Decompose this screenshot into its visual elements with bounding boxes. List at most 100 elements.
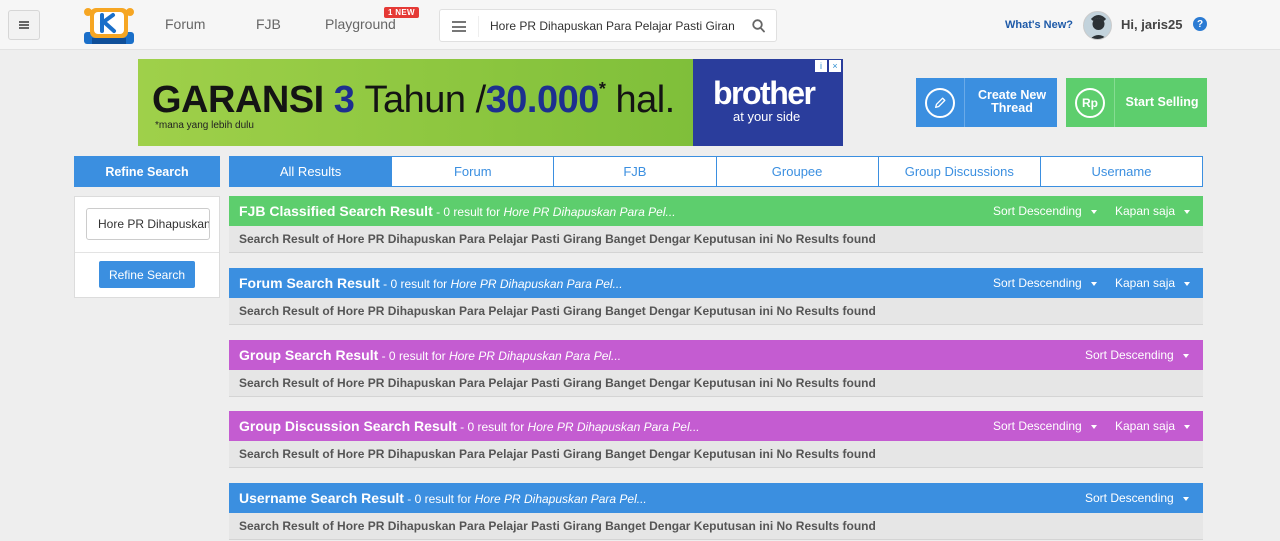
tab-group-discussions[interactable]: Group Discussions [877,157,1040,186]
chevron-down-icon [1090,209,1097,214]
search-icon[interactable] [752,19,765,33]
nav-forum[interactable]: Forum [165,16,205,32]
section-header: Group Search Result - 0 result for Hore … [229,340,1203,370]
chevron-down-icon [1090,281,1097,286]
tab-groupee[interactable]: Groupee [715,157,878,186]
sort-dropdown[interactable]: Sort Descending [1085,348,1189,362]
start-selling-label: Start Selling [1125,95,1199,109]
category-list-icon[interactable] [452,21,466,32]
time-dropdown[interactable]: Kapan saja [1115,204,1191,218]
hamburger-menu-button[interactable] [8,10,40,40]
tab-username[interactable]: Username [1039,157,1202,186]
start-selling-button[interactable]: Rp Start Selling [1066,78,1207,127]
sort-label: Sort Descending [993,276,1082,290]
section-query: Hore PR Dihapuskan Para Pel... [448,349,622,363]
time-label: Kapan saja [1115,276,1176,290]
ad-hal: hal. [615,79,675,121]
section-title: Group Search Result - 0 result for Hore … [239,347,621,363]
section-header: FJB Classified Search Result - 0 result … [229,196,1203,226]
sort-dropdown[interactable]: Sort Descending [993,276,1097,290]
group-section: Group Search Result - 0 result for Hore … [229,340,1203,397]
user-greeting[interactable]: Hi, jaris25 [1121,17,1182,32]
section-query: Hore PR Dihapuskan Para Pel... [474,492,647,506]
chevron-down-icon [1184,281,1191,286]
search-box [439,9,777,42]
ad-brand: brother [713,75,816,111]
section-count: - 0 result for [378,349,449,363]
section-result-text: Search Result of Hore PR Dihapuskan Para… [229,370,1203,397]
section-query: Hore PR Dihapuskan Para Pel... [527,420,700,434]
time-dropdown[interactable]: Kapan saja [1115,419,1191,433]
create-new-thread-button[interactable]: Create New Thread [916,78,1057,127]
ad-banner[interactable]: GARANSI 3 Tahun /30.000* hal. *mana yang… [138,59,843,146]
group-discussion-section: Group Discussion Search Result - 0 resul… [229,411,1203,468]
section-query: Hore PR Dihapuskan Para Pel... [450,277,623,291]
ad-star: * [598,79,606,99]
refine-search-panel: Refine Search [74,196,220,298]
create-thread-label: Create New Thread [968,89,1056,115]
tab-all-results[interactable]: All Results [230,157,392,186]
whats-new-link[interactable]: What's New? [1005,19,1073,31]
ad-tagline: at your side [733,109,801,124]
kaskus-logo[interactable] [80,2,138,48]
sort-dropdown[interactable]: Sort Descending [993,419,1097,433]
section-result-text: Search Result of Hore PR Dihapuskan Para… [229,298,1203,325]
time-label: Kapan saja [1115,204,1176,218]
nav-fjb[interactable]: FJB [256,16,281,32]
refine-search-input[interactable] [86,208,210,240]
sell-icon-box: Rp [1066,78,1115,127]
create-icon-box [916,78,965,127]
section-title: FJB Classified Search Result - 0 result … [239,203,676,219]
refine-search-button[interactable]: Refine Search [99,261,195,288]
pencil-icon [925,87,955,118]
time-dropdown[interactable]: Kapan saja [1115,276,1191,290]
adchoices-info-icon[interactable]: i [815,60,827,72]
chevron-down-icon [1090,424,1097,429]
search-divider [478,16,479,37]
refine-divider [75,252,219,253]
section-count: - 0 result for [379,277,451,291]
ad-amount: 30.000 [485,79,600,121]
section-title-text: Username Search Result [239,490,404,506]
ad-three: 3 [333,79,355,121]
chevron-down-icon [1182,496,1189,501]
help-icon[interactable]: ? [1193,17,1207,31]
tab-forum[interactable]: Forum [391,157,553,186]
rupiah-icon: Rp [1075,87,1105,118]
sort-dropdown[interactable]: Sort Descending [1085,491,1189,505]
section-header: Forum Search Result - 0 result for Hore … [229,268,1203,298]
create-thread-line2: Thread [991,101,1033,115]
time-label: Kapan saja [1115,419,1176,433]
section-title: Group Discussion Search Result - 0 resul… [239,418,700,434]
section-count: - 0 result for [432,205,504,219]
ad-garansi: GARANSI [152,79,324,121]
avatar[interactable] [1083,11,1112,40]
top-navbar: Forum FJB Playground 1 NEW What's New? H… [0,0,1280,50]
section-title: Username Search Result - 0 result for Ho… [239,490,647,506]
ad-tahun: Tahun / [364,79,487,121]
chevron-down-icon [1182,353,1189,358]
tab-fjb[interactable]: FJB [553,157,715,186]
section-result-text: Search Result of Hore PR Dihapuskan Para… [229,513,1203,540]
sort-dropdown[interactable]: Sort Descending [993,204,1097,218]
adchoices-close-icon[interactable]: × [829,60,841,72]
ad-headline: GARANSI 3 Tahun /30.000* hal. [152,79,675,122]
section-title-text: Forum Search Result [239,275,380,291]
result-tabs: All Results Forum FJB Groupee Group Disc… [229,156,1203,187]
section-title-text: FJB Classified Search Result [239,203,433,219]
ad-note: *mana yang lebih dulu [155,120,254,131]
section-result-text: Search Result of Hore PR Dihapuskan Para… [229,441,1203,468]
new-badge: 1 NEW [384,7,419,18]
section-count: - 0 result for [456,420,528,434]
nav-playground[interactable]: Playground [325,16,396,32]
sort-label: Sort Descending [993,204,1082,218]
username-section: Username Search Result - 0 result for Ho… [229,483,1203,540]
adchoices: i × [815,60,841,72]
forum-section: Forum Search Result - 0 result for Hore … [229,268,1203,325]
section-count: - 0 result for [403,492,475,506]
sort-label: Sort Descending [1085,348,1174,362]
search-input[interactable] [490,16,735,36]
section-title-text: Group Discussion Search Result [239,418,457,434]
refine-search-title: Refine Search [74,156,220,187]
section-title: Forum Search Result - 0 result for Hore … [239,275,623,291]
